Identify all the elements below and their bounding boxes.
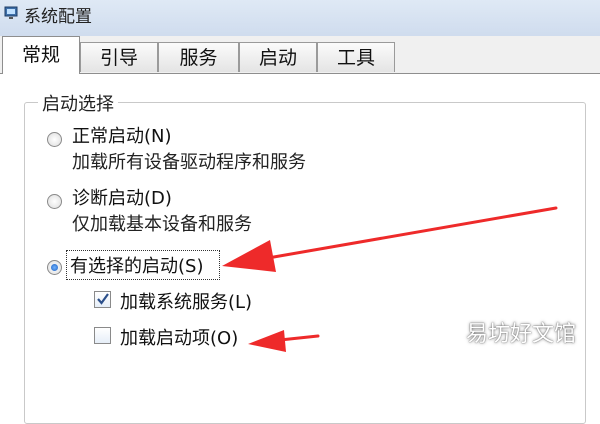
tab-startup[interactable]: 启动 xyxy=(239,42,317,72)
tab-tools[interactable]: 工具 xyxy=(317,42,395,72)
diagnostic-startup-radio[interactable] xyxy=(47,194,62,209)
watermark-text: 易坊好文馆 xyxy=(465,322,576,347)
tab-strip: 常规 引导 服务 启动 工具 xyxy=(0,36,600,74)
load-system-services-checkbox[interactable] xyxy=(94,291,111,308)
tab-services[interactable]: 服务 xyxy=(158,42,239,72)
checkmark-icon xyxy=(97,293,109,305)
window-titlebar: 系统配置 xyxy=(0,0,600,37)
tab-general[interactable]: 常规 xyxy=(2,36,80,74)
load-system-services-label[interactable]: 加载系统服务(L) xyxy=(120,288,252,314)
startup-selection-label: 启动选择 xyxy=(38,90,118,116)
tab-boot[interactable]: 引导 xyxy=(80,42,158,72)
diagnostic-startup-description: 仅加载基本设备和服务 xyxy=(72,214,252,235)
diagnostic-startup-label[interactable]: 诊断启动(D) xyxy=(72,184,172,210)
tab-divider xyxy=(0,73,600,74)
normal-startup-description: 加载所有设备驱动程序和服务 xyxy=(72,152,306,173)
window-title: 系统配置 xyxy=(24,7,92,27)
system-config-icon xyxy=(4,6,18,19)
selective-startup-label[interactable]: 有选择的启动(S) xyxy=(70,252,203,278)
selective-startup-radio[interactable] xyxy=(47,260,62,275)
normal-startup-radio[interactable] xyxy=(47,132,62,147)
load-startup-items-label[interactable]: 加载启动项(O) xyxy=(120,324,238,350)
load-startup-items-checkbox[interactable] xyxy=(94,327,111,344)
normal-startup-label[interactable]: 正常启动(N) xyxy=(72,122,172,148)
